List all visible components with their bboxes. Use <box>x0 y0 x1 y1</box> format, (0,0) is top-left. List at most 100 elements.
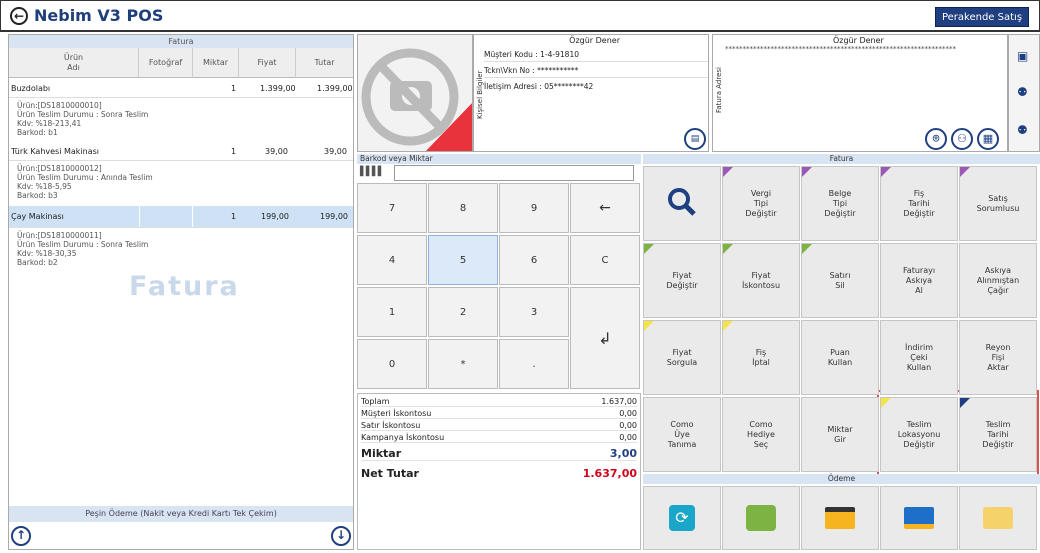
button-label: Como Hediye Seç <box>747 419 775 449</box>
key-8[interactable]: 8 <box>428 183 498 233</box>
cash-button[interactable] <box>722 486 800 550</box>
location-icon[interactable]: ⌾ <box>925 128 947 150</box>
barcode-icon: ▌▌▌▌ <box>360 167 385 177</box>
col-product[interactable]: Ürün Adı <box>9 48 139 78</box>
quantity-button[interactable]: Miktar Gir <box>801 397 879 472</box>
key-5[interactable]: 5 <box>428 235 498 285</box>
key-2[interactable]: 2 <box>428 287 498 337</box>
refresh-payment-button[interactable]: ⟳ <box>643 486 721 550</box>
item-total: 1.399,00 <box>317 84 353 93</box>
delivery-date-button[interactable]: Teslim Tarihi Değiştir <box>959 397 1037 472</box>
user-settings-icon[interactable]: ⚉ <box>1017 85 1028 99</box>
corner-marker <box>723 244 733 254</box>
scroll-down-icon[interactable]: ↓ <box>331 526 351 546</box>
button-label: Reyon Fişi Aktar <box>985 342 1011 372</box>
button-label: Fiyat Sorgula <box>666 347 698 367</box>
corner-marker <box>644 244 654 254</box>
button-label: Satırı Sil <box>829 270 851 290</box>
invoice-address-label: Fatura Adresi <box>715 67 723 113</box>
key-1[interactable]: 1 <box>357 287 427 337</box>
item-details: Ürün:[DS1810000012] Ürün Teslim Durumu : … <box>17 164 153 200</box>
item-qty: 1 <box>231 212 237 221</box>
barcode-label: Barkod veya Miktar <box>357 154 641 164</box>
cancel-receipt-button[interactable]: Fiş İptal <box>722 320 800 395</box>
corner-marker <box>960 167 970 177</box>
button-label: Como Üye Tanıma <box>667 419 697 449</box>
customer-discount-row: Müşteri İskontosu 0,00 <box>361 409 637 419</box>
recall-held-button[interactable]: Askıya Alınmıştan Çağır <box>959 243 1037 318</box>
customer-card-icon[interactable]: ▤ <box>684 128 706 150</box>
group-icon[interactable]: ⚇ <box>951 128 973 150</box>
invoice-panel: Fatura Ürün Adı Fotoğraf Miktar Fiyat Tu… <box>8 34 354 550</box>
delivery-location-button[interactable]: Teslim Lokasyonu Değiştir <box>880 397 958 472</box>
key-dot[interactable]: . <box>499 339 569 389</box>
grid-header: Ürün Adı Fotoğraf Miktar Fiyat Tutar <box>9 48 353 78</box>
hold-invoice-button[interactable]: Faturayı Askıya Al <box>880 243 958 318</box>
change-price-button[interactable]: Fiyat Değiştir <box>643 243 721 318</box>
key-7[interactable]: 7 <box>357 183 427 233</box>
col-price[interactable]: Fiyat <box>239 48 296 78</box>
user-search-icon[interactable]: ⚉ <box>1017 123 1028 137</box>
card-button[interactable] <box>959 486 1037 550</box>
credit-card-icon <box>825 507 855 529</box>
como-gift-button[interactable]: Como Hediye Seç <box>722 397 800 472</box>
button-label: Fiyat İskontosu <box>741 270 781 290</box>
delete-line-button[interactable]: Satırı Sil <box>801 243 879 318</box>
price-query-button[interactable]: Fiyat Sorgula <box>643 320 721 395</box>
key-3[interactable]: 3 <box>499 287 569 337</box>
key-backspace[interactable]: ← <box>570 183 640 233</box>
col-photo[interactable]: Fotoğraf <box>139 48 193 78</box>
receipt-date-button[interactable]: Fiş Tarihi Değiştir <box>880 166 958 241</box>
refresh-icon: ⟳ <box>669 505 695 531</box>
como-member-button[interactable]: Como Üye Tanıma <box>643 397 721 472</box>
key-9[interactable]: 9 <box>499 183 569 233</box>
key-enter[interactable]: ↲ <box>570 287 640 389</box>
key-4[interactable]: 4 <box>357 235 427 285</box>
net-total-row: Net Tutar 1.637,00 <box>361 467 637 480</box>
item-price: 199,00 <box>261 212 289 221</box>
photo-cell <box>139 206 193 227</box>
invoice-header: Fatura <box>9 35 353 48</box>
invoice-address: Fatura Adresi Özgür Dener **************… <box>712 34 1008 152</box>
side-toolbar: ▣ ⚉ ⚉ <box>1008 34 1040 152</box>
gift-card-button[interactable] <box>880 486 958 550</box>
key-0[interactable]: 0 <box>357 339 427 389</box>
item-qty: 1 <box>231 84 237 93</box>
document-type-button[interactable]: Belge Tipi Değiştir <box>801 166 879 241</box>
app-title: Nebim V3 POS <box>34 6 164 25</box>
table-row[interactable]: Türk Kahvesi Makinası 1 39,00 39,00 <box>9 143 353 161</box>
barcode-input[interactable] <box>394 165 634 181</box>
table-row[interactable]: Buzdolabı 1 1.399,00 1.399,00 <box>9 80 353 98</box>
credit-card-button[interactable] <box>801 486 879 550</box>
corner-marker <box>644 321 654 331</box>
transfer-aisle-button[interactable]: Reyon Fişi Aktar <box>959 320 1037 395</box>
col-total[interactable]: Tutar <box>296 48 353 78</box>
sales-rep-button[interactable]: Satış Sorumlusu <box>959 166 1037 241</box>
campaign-discount-row: Kampanya İskontosu 0,00 <box>361 433 637 443</box>
button-label: Teslim Tarihi Değiştir <box>982 419 1014 449</box>
key-6[interactable]: 6 <box>499 235 569 285</box>
cash-icon <box>746 505 776 531</box>
scroll-up-icon[interactable]: ↑ <box>11 526 31 546</box>
tax-type-button[interactable]: Vergi Tipi Değiştir <box>722 166 800 241</box>
button-label: Fiş Tarihi Değiştir <box>903 188 935 218</box>
key-clear[interactable]: C <box>570 235 640 285</box>
button-label: Satış Sorumlusu <box>976 193 1020 213</box>
search-button[interactable] <box>643 166 721 241</box>
col-qty[interactable]: Miktar <box>193 48 239 78</box>
payment-header: Ödeme <box>643 474 1040 484</box>
use-points-button[interactable]: Puan Kullan <box>801 320 879 395</box>
back-icon[interactable]: ← <box>10 7 28 25</box>
item-name: Buzdolabı <box>11 84 51 93</box>
key-asterisk[interactable]: * <box>428 339 498 389</box>
invoice-watermark: Fatura <box>129 271 240 302</box>
id-card-icon[interactable]: ▣ <box>1017 49 1028 63</box>
retail-sale-button[interactable]: Perakende Satış <box>935 7 1029 27</box>
item-details: Ürün:[DS1810000011] Ürün Teslim Durumu : … <box>17 231 149 267</box>
calendar-icon[interactable]: ▦ <box>977 128 999 150</box>
cash-payment-button[interactable]: Peşin Ödeme (Nakit veya Kredi Kartı Tek … <box>9 506 353 522</box>
price-discount-button[interactable]: Fiyat İskontosu <box>722 243 800 318</box>
discount-coupon-button[interactable]: İndirim Çeki Kullan <box>880 320 958 395</box>
table-row-selected[interactable]: Çay Makinası 1 199,00 199,00 <box>9 206 353 228</box>
no-photo-icon <box>361 48 472 151</box>
